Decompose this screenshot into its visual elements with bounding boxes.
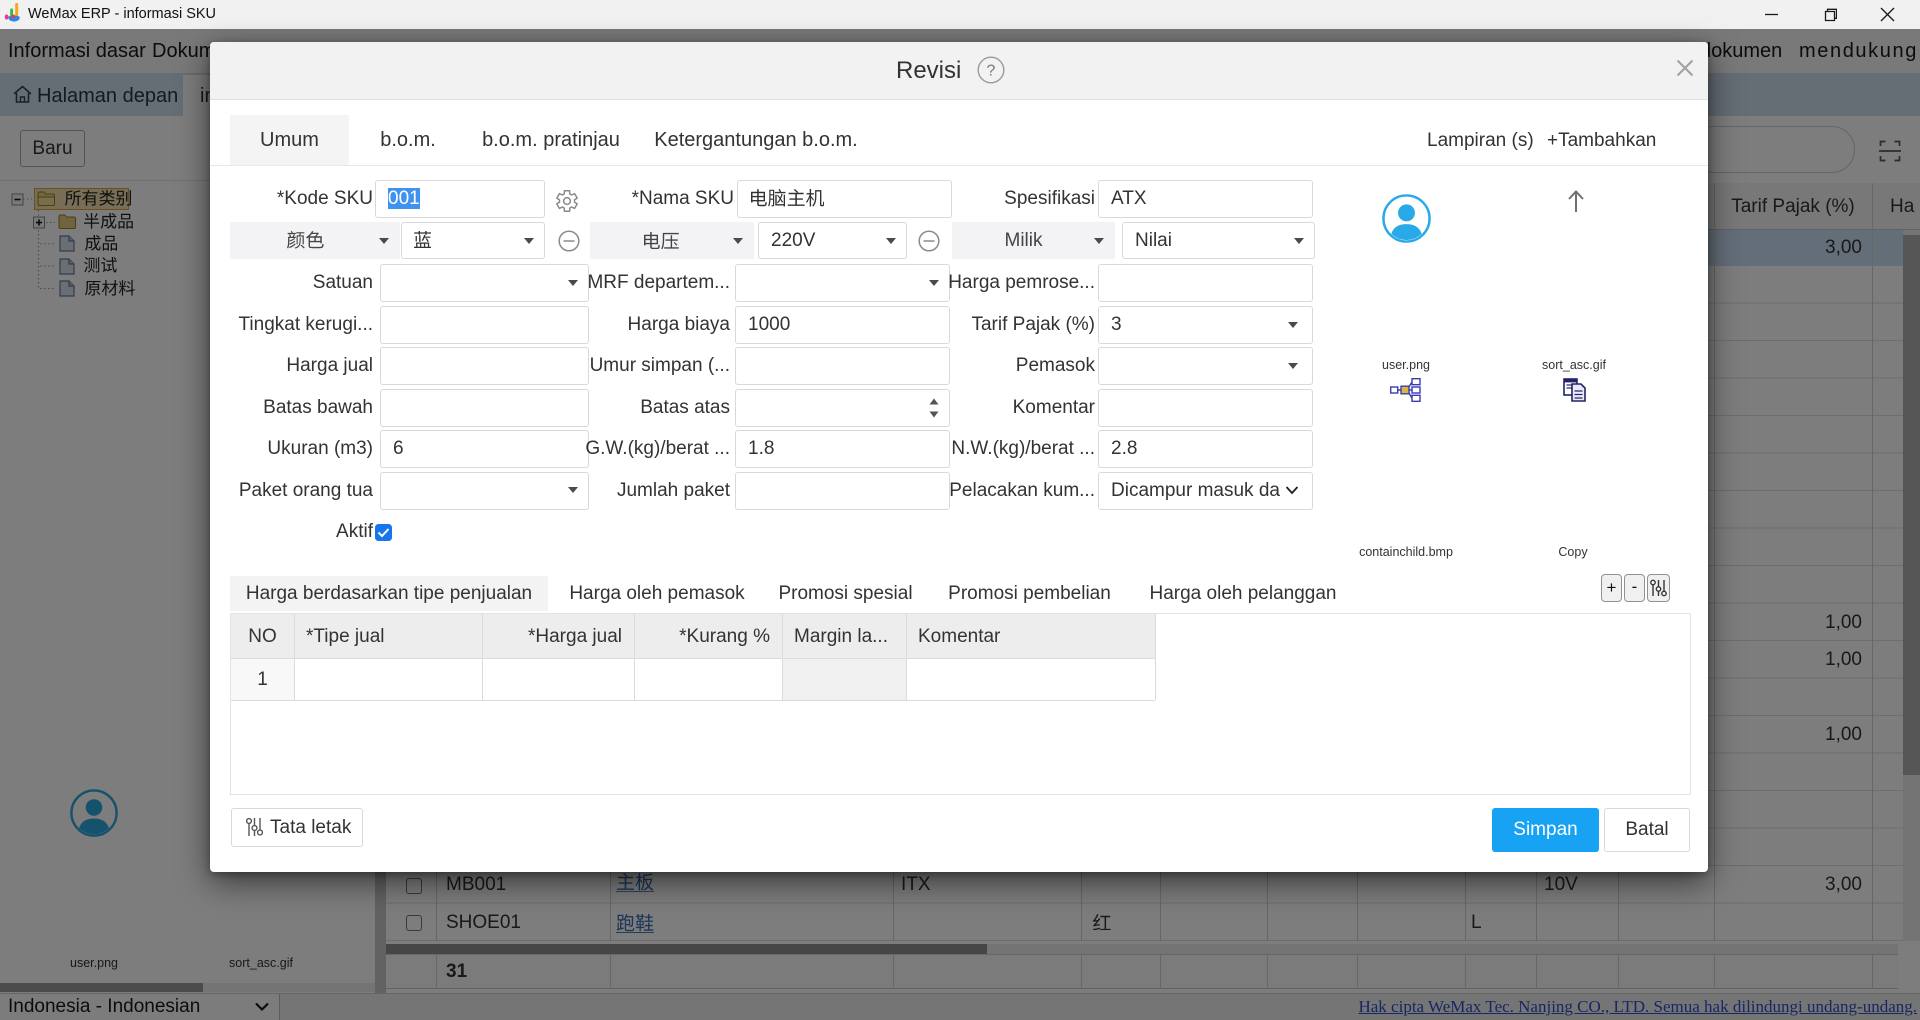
svg-text:?: ? bbox=[987, 63, 996, 80]
